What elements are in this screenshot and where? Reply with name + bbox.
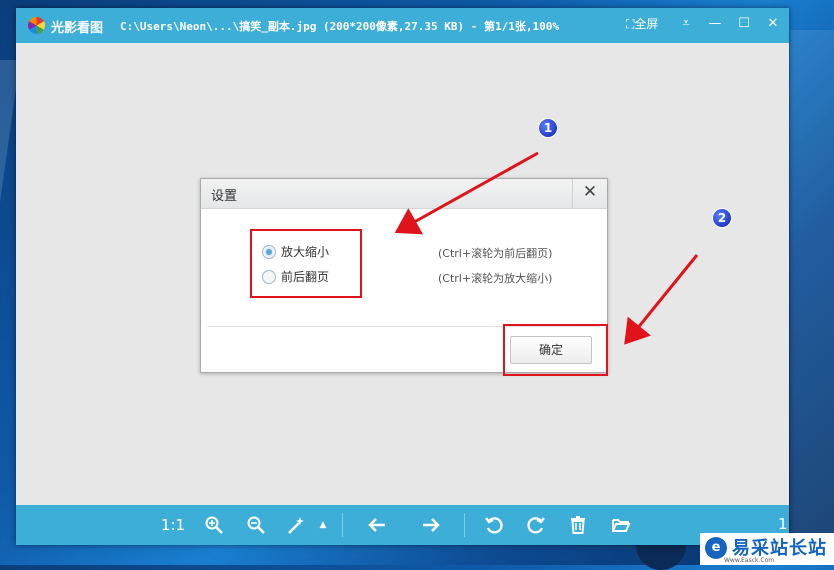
watermark: e 易采站长站 Www.Easck.Com	[700, 533, 834, 565]
annotation-arrow-2	[624, 254, 699, 345]
annotation-arrow-1	[394, 151, 539, 235]
annotation-arrows	[394, 151, 699, 345]
watermark-logo-icon: e	[705, 537, 727, 559]
watermark-url: Www.Easck.Com	[724, 557, 775, 564]
